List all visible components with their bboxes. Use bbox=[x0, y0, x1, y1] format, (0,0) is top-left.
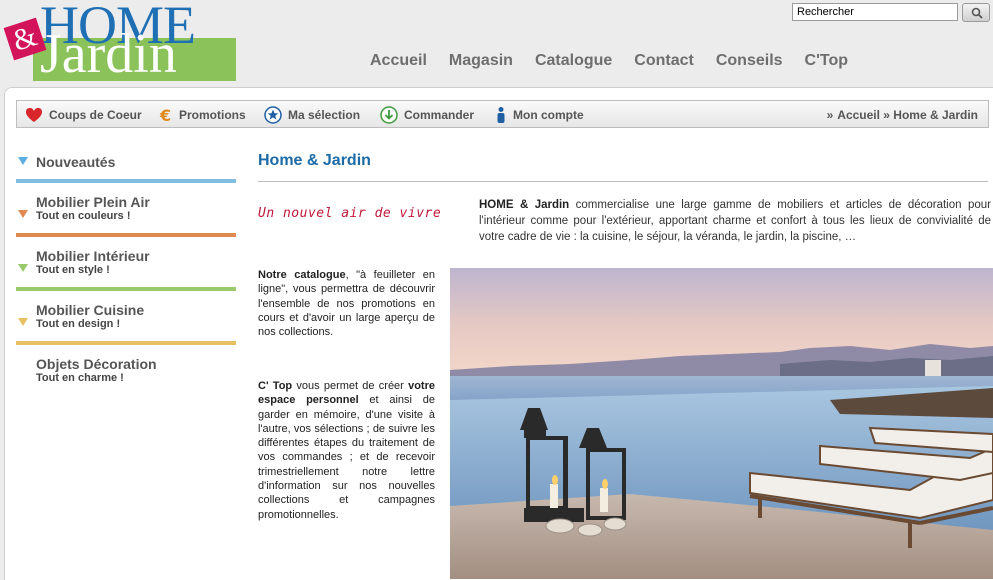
triangle-icon bbox=[18, 210, 28, 218]
sidebar-divider bbox=[16, 179, 236, 183]
breadcrumb-text: Accueil » Home & Jardin bbox=[837, 108, 978, 122]
ctop-bold: C' Top bbox=[258, 380, 293, 392]
toolbar-coups-de-coeur[interactable]: Coups de Coeur bbox=[25, 106, 142, 124]
sidebar-item-mobilier-plein-air[interactable]: Mobilier Plein Air Tout en couleurs ! bbox=[16, 194, 236, 237]
search-button[interactable] bbox=[962, 3, 990, 22]
sidebar-divider bbox=[16, 341, 236, 345]
nav-catalogue[interactable]: Catalogue bbox=[535, 52, 612, 70]
triangle-icon bbox=[18, 264, 28, 272]
sidebar-item-title: Nouveautés bbox=[36, 154, 116, 170]
sidebar-item-mobilier-interieur[interactable]: Mobilier Intérieur Tout en style ! bbox=[16, 248, 236, 291]
sidebar-divider bbox=[16, 233, 236, 237]
euro-icon: € bbox=[159, 106, 173, 125]
toolbar-label: Ma sélection bbox=[288, 108, 361, 122]
sidebar-item-subtitle: Tout en style ! bbox=[36, 264, 110, 276]
triangle-icon bbox=[18, 318, 28, 326]
logo-jardin-text[interactable]: Jardin bbox=[40, 26, 177, 82]
double-chevron-icon: » bbox=[826, 108, 834, 122]
breadcrumb[interactable]: » Accueil » Home & Jardin bbox=[827, 108, 978, 122]
main-navigation: Accueil Magasin Catalogue Contact Consei… bbox=[370, 52, 848, 70]
catalogue-bold: Notre catalogue bbox=[258, 269, 346, 281]
tagline: Un nouvel air de vivre bbox=[258, 206, 442, 221]
heart-icon bbox=[25, 106, 43, 124]
nav-ctop[interactable]: C'Top bbox=[805, 52, 849, 70]
sidebar-item-subtitle: Tout en couleurs ! bbox=[36, 210, 131, 222]
search-input[interactable] bbox=[792, 3, 958, 21]
hero-photo-pool-lanterns bbox=[450, 268, 993, 579]
nav-accueil[interactable]: Accueil bbox=[370, 52, 427, 70]
nav-magasin[interactable]: Magasin bbox=[449, 52, 513, 70]
ctop-paragraph: C' Top vous permet de créer votre espace… bbox=[258, 379, 435, 522]
ctop-text-rest: et ainsi de garder en mémoire, d'une vis… bbox=[258, 394, 436, 521]
star-icon bbox=[264, 106, 282, 124]
sidebar-item-title: Mobilier Intérieur bbox=[36, 248, 150, 264]
toolbar-label: Promotions bbox=[179, 108, 246, 122]
sidebar-item-title: Objets Décoration bbox=[36, 356, 157, 372]
toolbar-label: Coups de Coeur bbox=[49, 108, 142, 122]
search-icon bbox=[971, 7, 983, 19]
sidebar-item-title: Mobilier Cuisine bbox=[36, 302, 145, 318]
page-title: Home & Jardin bbox=[258, 152, 371, 169]
toolbar-mon-compte[interactable]: Mon compte bbox=[495, 106, 584, 124]
intro-brand: HOME & Jardin bbox=[479, 199, 570, 211]
intro-paragraph: HOME & Jardin commercialise une large ga… bbox=[479, 197, 991, 245]
triangle-icon bbox=[18, 157, 28, 165]
sidebar-item-subtitle: Tout en design ! bbox=[36, 318, 121, 330]
toolbar-label: Mon compte bbox=[513, 108, 584, 122]
sidebar-divider bbox=[16, 287, 236, 291]
user-icon bbox=[495, 106, 507, 124]
nav-contact[interactable]: Contact bbox=[634, 52, 694, 70]
toolbar-ma-selection[interactable]: Ma sélection bbox=[264, 106, 360, 124]
ctop-text: vous permet de créer bbox=[292, 380, 409, 392]
title-divider bbox=[258, 181, 988, 182]
arrow-down-icon bbox=[380, 106, 398, 124]
sidebar-item-objets-decoration[interactable]: Objets Décoration Tout en charme ! bbox=[16, 356, 236, 384]
toolbar-promotions[interactable]: € Promotions bbox=[159, 106, 246, 125]
toolbar-commander[interactable]: Commander bbox=[380, 106, 474, 124]
sidebar-item-mobilier-cuisine[interactable]: Mobilier Cuisine Tout en design ! bbox=[16, 302, 236, 345]
toolbar-label: Commander bbox=[404, 108, 475, 122]
sidebar-item-nouveautes[interactable]: Nouveautés bbox=[16, 154, 236, 183]
catalogue-paragraph: Notre catalogue, "à feuilleter en ligne"… bbox=[258, 268, 435, 339]
sidebar-item-subtitle: Tout en charme ! bbox=[36, 372, 124, 384]
nav-conseils[interactable]: Conseils bbox=[716, 52, 783, 70]
toolbar: Coups de Coeur € Promotions Ma sélection… bbox=[16, 100, 989, 128]
sidebar-item-title: Mobilier Plein Air bbox=[36, 194, 150, 210]
svg-text:€: € bbox=[159, 106, 171, 124]
